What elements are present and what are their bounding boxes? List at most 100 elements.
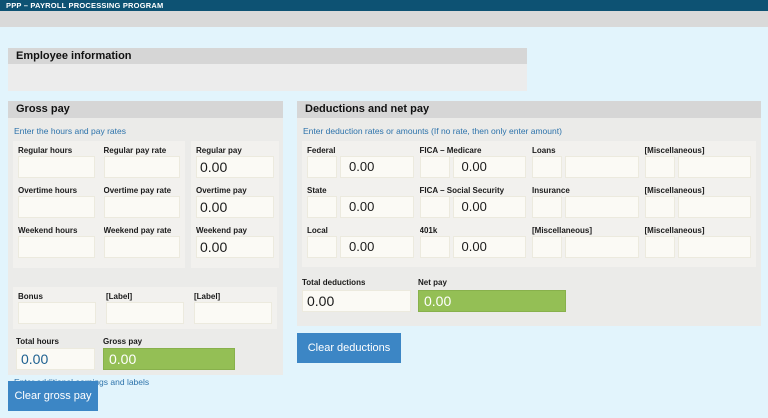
gross-pay-note: Enter the hours and pay rates — [8, 118, 283, 136]
local-amount-input[interactable]: 0.00 — [340, 236, 414, 258]
weekend-pay-value: 0.00 — [196, 236, 274, 258]
deduction-cell: Loans — [532, 145, 639, 185]
computed-cell: Overtime pay 0.00 — [196, 185, 274, 225]
insurance-rate-input[interactable] — [532, 196, 562, 218]
weekend-pay-rate-input[interactable] — [104, 236, 181, 258]
miscellaneous-2-label: [Miscellaneous] — [645, 185, 752, 196]
deduction-cell: [Miscellaneous] — [645, 145, 752, 185]
deduction-cell: Local 0.00 — [307, 225, 414, 265]
miscellaneous-3-label: [Miscellaneous] — [532, 225, 639, 236]
local-label: Local — [307, 225, 414, 236]
fica-social-security-rate-input[interactable] — [420, 196, 450, 218]
weekend-hours-input[interactable] — [18, 236, 95, 258]
deduction-cell: [Miscellaneous] — [645, 225, 752, 265]
input-cell: Overtime hours — [18, 185, 95, 225]
fica-social-security-label: FICA – Social Security — [420, 185, 527, 196]
miscellaneous-4-amount-input[interactable] — [678, 236, 752, 258]
miscellaneous-1-label: [Miscellaneous] — [645, 145, 752, 156]
app-title: PPP – PAYROLL PROCESSING PROGRAM — [6, 1, 163, 10]
regular-hours-label: Regular hours — [18, 145, 95, 156]
custom-earning-input-1[interactable] — [106, 302, 184, 324]
regular-pay-value: 0.00 — [196, 156, 274, 178]
federal-amount-input[interactable]: 0.00 — [340, 156, 414, 178]
weekend-hours-label: Weekend hours — [18, 225, 95, 236]
input-cell: Weekend pay rate — [104, 225, 181, 265]
miscellaneous-4-rate-input[interactable] — [645, 236, 675, 258]
miscellaneous-3-rate-input[interactable] — [532, 236, 562, 258]
state-rate-input[interactable] — [307, 196, 337, 218]
net-pay-value: 0.00 — [418, 290, 566, 312]
bonus-label: Bonus — [18, 291, 96, 302]
miscellaneous-3-amount-input[interactable] — [565, 236, 639, 258]
hours-and-rates-group: Regular hours Regular pay rate Overtime … — [13, 141, 185, 268]
miscellaneous-1-amount-input[interactable] — [678, 156, 752, 178]
total-hours-label: Total hours — [16, 336, 59, 347]
custom-label-2: [Label] — [194, 291, 272, 302]
deduction-cell: Federal 0.00 — [307, 145, 414, 185]
employee-information-section: Employee information — [8, 48, 527, 91]
deduction-cell: 401k 0.00 — [420, 225, 527, 265]
overtime-pay-label: Overtime pay — [196, 185, 274, 196]
deduction-cell: FICA – Medicare 0.00 — [420, 145, 527, 185]
fica-medicare-rate-input[interactable] — [420, 156, 450, 178]
regular-pay-rate-input[interactable] — [104, 156, 181, 178]
federal-rate-input[interactable] — [307, 156, 337, 178]
deductions-header: Deductions and net pay — [297, 101, 761, 118]
deductions-group: Federal 0.00 FICA – Medicare 0.00 Loans … — [302, 141, 756, 267]
deduction-cell: [Miscellaneous] — [645, 185, 752, 225]
federal-label: Federal — [307, 145, 414, 156]
total-deductions-label: Total deductions — [302, 277, 365, 288]
gross-pay-header: Gross pay — [8, 101, 283, 118]
state-amount-input[interactable]: 0.00 — [340, 196, 414, 218]
local-rate-input[interactable] — [307, 236, 337, 258]
fica-medicare-label: FICA – Medicare — [420, 145, 527, 156]
custom-label-1: [Label] — [106, 291, 184, 302]
custom-earning-input-2[interactable] — [194, 302, 272, 324]
overtime-hours-label: Overtime hours — [18, 185, 95, 196]
regular-hours-input[interactable] — [18, 156, 95, 178]
weekend-pay-rate-label: Weekend pay rate — [104, 225, 181, 236]
loans-rate-input[interactable] — [532, 156, 562, 178]
miscellaneous-4-label: [Miscellaneous] — [645, 225, 752, 236]
net-pay-label: Net pay — [418, 277, 447, 288]
state-label: State — [307, 185, 414, 196]
loans-amount-input[interactable] — [565, 156, 639, 178]
deduction-cell: FICA – Social Security 0.00 — [420, 185, 527, 225]
input-cell: [Label] — [194, 291, 272, 324]
clear-gross-pay-button[interactable]: Clear gross pay — [8, 381, 98, 411]
additional-earnings-group: Bonus [Label] [Label] — [13, 287, 277, 329]
input-cell: Bonus — [18, 291, 96, 324]
bonus-input[interactable] — [18, 302, 96, 324]
total-deductions-value: 0.00 — [302, 290, 411, 312]
401k-amount-input[interactable]: 0.00 — [453, 236, 527, 258]
regular-pay-rate-label: Regular pay rate — [104, 145, 181, 156]
deductions-panel: Deductions and net pay Enter deduction r… — [297, 101, 761, 326]
deduction-cell: Insurance — [532, 185, 639, 225]
employee-information-body — [8, 64, 527, 91]
deduction-cell: [Miscellaneous] — [532, 225, 639, 265]
clear-deductions-button[interactable]: Clear deductions — [297, 333, 401, 363]
miscellaneous-1-rate-input[interactable] — [645, 156, 675, 178]
overtime-pay-value: 0.00 — [196, 196, 274, 218]
overtime-pay-rate-input[interactable] — [104, 196, 181, 218]
401k-rate-input[interactable] — [420, 236, 450, 258]
input-cell: Regular hours — [18, 145, 95, 185]
fica-social-security-amount-input[interactable]: 0.00 — [453, 196, 527, 218]
deductions-note: Enter deduction rates or amounts (If no … — [297, 118, 761, 136]
overtime-pay-rate-label: Overtime pay rate — [104, 185, 181, 196]
computed-cell: Weekend pay 0.00 — [196, 225, 274, 265]
insurance-label: Insurance — [532, 185, 639, 196]
miscellaneous-2-amount-input[interactable] — [678, 196, 752, 218]
input-cell: Regular pay rate — [104, 145, 181, 185]
input-cell: Overtime pay rate — [104, 185, 181, 225]
app-titlebar: PPP – PAYROLL PROCESSING PROGRAM — [0, 0, 768, 11]
overtime-hours-input[interactable] — [18, 196, 95, 218]
top-gray-strip — [0, 11, 768, 27]
miscellaneous-2-rate-input[interactable] — [645, 196, 675, 218]
401k-label: 401k — [420, 225, 527, 236]
insurance-amount-input[interactable] — [565, 196, 639, 218]
loans-label: Loans — [532, 145, 639, 156]
input-cell: [Label] — [106, 291, 184, 324]
gross-pay-panel: Gross pay Enter the hours and pay rates … — [8, 101, 283, 375]
fica-medicare-amount-input[interactable]: 0.00 — [453, 156, 527, 178]
